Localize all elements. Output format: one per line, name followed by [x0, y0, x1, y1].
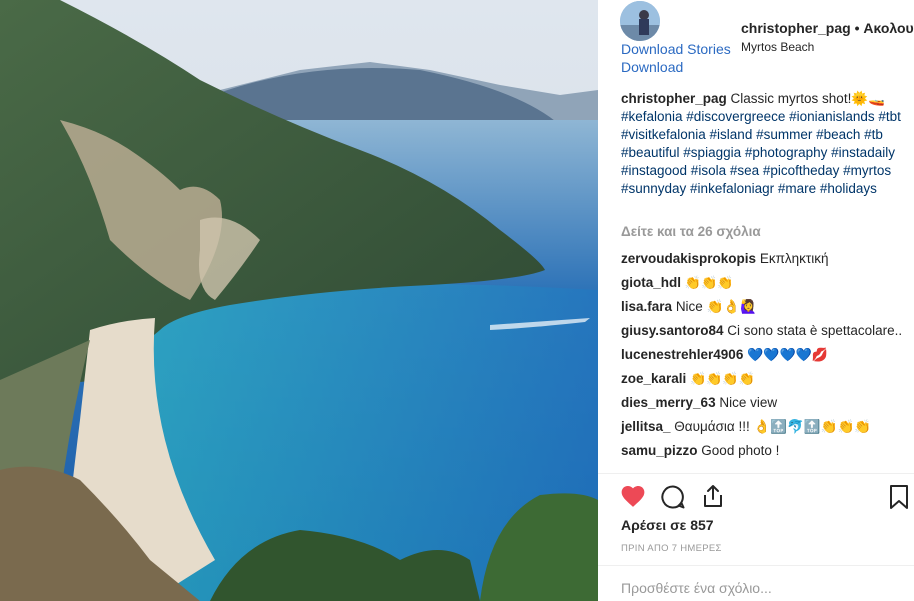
comment-text: 👏👏👏👏 [690, 371, 755, 386]
bookmark-icon[interactable] [888, 484, 910, 515]
location-link[interactable]: Myrtos Beach [741, 40, 814, 54]
separator-dot: • [850, 20, 864, 36]
comment-text: Ci sono stata è spettacolare.. [727, 323, 903, 338]
heart-icon[interactable] [620, 484, 646, 513]
comment-username[interactable]: zervoudakisprokopis [621, 251, 756, 266]
view-all-comments-link[interactable]: Δείτε και τα 26 σχόλια [621, 224, 761, 239]
action-bar [620, 483, 912, 511]
download-link[interactable]: Download [621, 58, 731, 76]
caption-username[interactable]: christopher_pag [621, 91, 727, 106]
comment-icon[interactable] [660, 484, 686, 515]
comment-username[interactable]: dies_merry_63 [621, 395, 716, 410]
list-item: jellitsa_ Θαυμάσια !!! 👌🔝🐬🔝👏👏👏 [621, 418, 911, 436]
post-header: christopher_pag • Ακολουθ [741, 20, 914, 36]
comment-username[interactable]: lucenestrehler4906 [621, 347, 743, 362]
comment-username[interactable]: zoe_karali [621, 371, 686, 386]
post-timestamp[interactable]: ΠΡΙΝ ΑΠΟ 7 ΗΜΕΡΕΣ [621, 543, 722, 554]
comment-username[interactable]: samu_pizzo [621, 443, 698, 458]
like-count[interactable]: Αρέσει σε 857 [621, 517, 714, 533]
post-photo[interactable] [0, 0, 598, 601]
list-item: lisa.fara Nice 👏👌🙋‍♀️ [621, 298, 911, 316]
avatar[interactable] [620, 1, 660, 41]
list-item: samu_pizzo Good photo ! [621, 442, 911, 460]
comment-text: 👏👏👏 [684, 275, 734, 290]
comment-list: zervoudakisprokopis Εκπληκτική giota_hdl… [621, 250, 911, 466]
divider [598, 473, 914, 474]
download-links: Download Stories Download [621, 40, 731, 76]
comment-username[interactable]: lisa.fara [621, 299, 672, 314]
download-stories-link[interactable]: Download Stories [621, 40, 731, 58]
list-item: zoe_karali 👏👏👏👏 [621, 370, 911, 388]
comment-username[interactable]: giusy.santoro84 [621, 323, 724, 338]
divider [598, 565, 914, 566]
list-item: zervoudakisprokopis Εκπληκτική [621, 250, 911, 268]
caption-text: Classic myrtos shot!🌞🚤 [730, 91, 885, 106]
comment-username[interactable]: jellitsa_ [621, 419, 671, 434]
follow-button[interactable]: Ακολουθ [863, 20, 914, 36]
beach-landscape-image [0, 0, 598, 601]
username-link[interactable]: christopher_pag [741, 20, 851, 36]
post-caption: christopher_pag Classic myrtos shot!🌞🚤 #… [621, 90, 911, 198]
comment-username[interactable]: giota_hdl [621, 275, 681, 290]
comment-text: 💙💙💙💙💋 [747, 347, 829, 362]
comment-text: Εκπληκτική [759, 251, 829, 266]
list-item: dies_merry_63 Nice view [621, 394, 911, 412]
list-item: giota_hdl 👏👏👏 [621, 274, 911, 292]
comment-text: Θαυμάσια !!! 👌🔝🐬🔝👏👏👏 [674, 419, 872, 434]
list-item: giusy.santoro84 Ci sono stata è spettaco… [621, 322, 911, 340]
comment-text: Good photo ! [701, 443, 780, 458]
comment-text: Nice 👏👌🙋‍♀️ [675, 299, 757, 314]
list-item: lucenestrehler4906 💙💙💙💙💋 [621, 346, 911, 364]
add-comment-input[interactable]: Προσθέστε ένα σχόλιο... [621, 580, 772, 596]
share-icon[interactable] [700, 483, 726, 514]
caption-hashtags[interactable]: #kefalonia #discovergreece #ionianisland… [621, 109, 901, 196]
comment-text: Nice view [719, 395, 778, 410]
